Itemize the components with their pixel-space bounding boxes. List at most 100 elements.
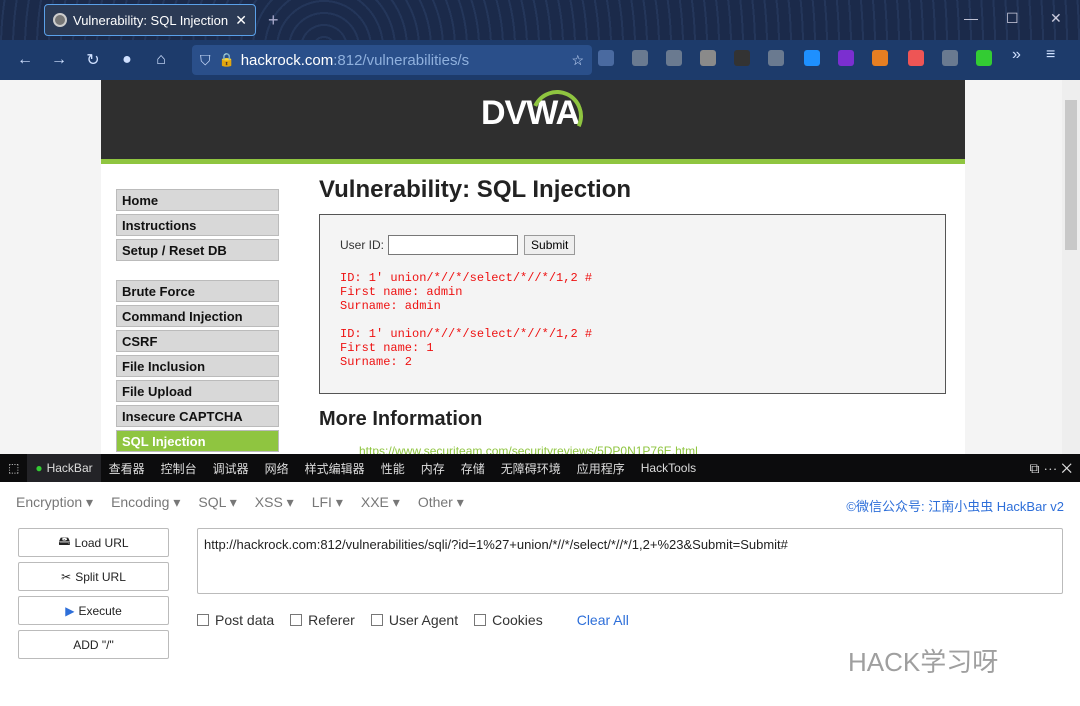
new-tab-icon[interactable]: + <box>268 10 279 31</box>
result-surname: Surname: admin <box>340 299 441 313</box>
extension-icon-7[interactable] <box>908 50 924 66</box>
execute-button[interactable]: ▶ Execute <box>18 596 169 625</box>
devtools-tab-network[interactable]: 网络 <box>257 460 297 477</box>
user-id-row: User ID: Submit <box>340 235 925 255</box>
tab-bar: Vulnerability: SQL Injection :: ✕ + — ☐ … <box>0 0 1080 40</box>
page-viewport: DVWA Home Instructions Setup / Reset DB … <box>0 80 1062 454</box>
menu-sql-injection[interactable]: SQL Injection <box>116 430 279 452</box>
forward-icon[interactable]: → <box>42 51 76 69</box>
devtools-tab-accessibility[interactable]: 无障碍环境 <box>493 460 569 477</box>
menu-xss[interactable]: XSS ▾ <box>255 494 294 511</box>
referer-checkbox[interactable]: Referer <box>290 612 355 628</box>
eye-icon[interactable] <box>768 50 784 66</box>
history-icon[interactable] <box>598 50 614 66</box>
url-bar[interactable]: ⛉ 🔒 hackrock.com :812/vulnerabilities/s … <box>192 45 592 75</box>
extension-icon[interactable]: ● <box>110 51 144 69</box>
url-host: hackrock.com <box>240 51 334 69</box>
maximize-icon[interactable]: ☐ <box>1006 10 1019 27</box>
result-first-name: First name: 1 <box>340 341 434 355</box>
play-icon: ▶ <box>65 603 75 618</box>
load-url-button[interactable]: 🖴 Load URL <box>18 528 169 557</box>
devtools-tab-application[interactable]: 应用程序 <box>569 460 633 477</box>
extension-icon-6[interactable] <box>838 50 854 66</box>
tab-active[interactable]: Vulnerability: SQL Injection :: ✕ <box>44 4 256 36</box>
devtools-tab-storage[interactable]: 存储 <box>453 460 493 477</box>
home-icon[interactable]: ⌂ <box>144 51 178 69</box>
devtools-tab-performance[interactable]: 性能 <box>373 460 413 477</box>
w-extension-icon[interactable] <box>804 50 820 66</box>
back-icon[interactable]: ← <box>8 51 42 69</box>
user-id-label: User ID: <box>340 238 385 252</box>
clear-all-button[interactable]: Clear All <box>577 612 629 628</box>
menu-encryption[interactable]: Encryption ▾ <box>16 494 93 511</box>
menu-encoding[interactable]: Encoding ▾ <box>111 494 180 511</box>
vuln-form-box: User ID: Submit ID: 1' union/*//*/select… <box>319 214 946 394</box>
result-first-name: First name: admin <box>340 285 463 299</box>
extension-icon-4[interactable] <box>700 50 716 66</box>
scissors-icon: ✂ <box>61 569 72 584</box>
sidebar-icon[interactable] <box>942 50 958 66</box>
menu-instructions[interactable]: Instructions <box>116 214 279 236</box>
dvwa-header: DVWA <box>101 80 965 164</box>
menu-file-inclusion[interactable]: File Inclusion <box>116 355 279 377</box>
menu-csrf[interactable]: CSRF <box>116 330 279 352</box>
cookies-checkbox[interactable]: Cookies <box>474 612 543 628</box>
dvwa-logo: DVWA <box>481 82 591 150</box>
split-url-button[interactable]: ✂ Split URL <box>18 562 169 591</box>
hackbar-options: Post data Referer User Agent Cookies Cle… <box>197 612 629 628</box>
bookmark-star-icon[interactable]: ☆ <box>571 52 584 69</box>
devtools-tab-hackbar[interactable]: ● HackBar <box>27 454 101 482</box>
devtools-toolbar: ⬚ ● HackBar 查看器 控制台 调试器 网络 样式编辑器 性能 内存 存储… <box>0 454 1080 482</box>
favicon-icon <box>53 13 67 27</box>
overflow-icon[interactable]: » <box>1012 46 1028 63</box>
menu-xxe[interactable]: XXE ▾ <box>361 494 400 511</box>
devtools-tab-hacktools[interactable]: HackTools <box>633 461 704 475</box>
side-menu: Home Instructions Setup / Reset DB Brute… <box>116 189 279 454</box>
menu-command-injection[interactable]: Command Injection <box>116 305 279 327</box>
page-title: Vulnerability: SQL Injection <box>319 176 632 203</box>
close-window-icon[interactable]: ✕ <box>1050 10 1062 27</box>
menu-brute-force[interactable]: Brute Force <box>116 280 279 302</box>
menu-lfi[interactable]: LFI ▾ <box>312 494 343 511</box>
menu-setup[interactable]: Setup / Reset DB <box>116 239 279 261</box>
menu-icon[interactable]: ≡ <box>1046 46 1062 63</box>
add-slash-button[interactable]: ADD "/" <box>18 630 169 659</box>
reload-icon[interactable]: ↻ <box>76 50 110 70</box>
result-surname: Surname: 2 <box>340 355 413 369</box>
ublock-icon[interactable] <box>872 50 888 66</box>
devtools-tab-style-editor[interactable]: 样式编辑器 <box>297 460 373 477</box>
submit-button[interactable]: Submit <box>524 235 576 255</box>
user-id-input[interactable] <box>388 235 519 255</box>
menu-sql[interactable]: SQL ▾ <box>198 494 236 511</box>
extension-icon-2[interactable] <box>632 50 648 66</box>
user-agent-checkbox[interactable]: User Agent <box>370 612 458 628</box>
tab-close-icon[interactable]: ✕ <box>235 12 247 29</box>
menu-home[interactable]: Home <box>116 189 279 211</box>
hackbar-buttons: 🖴 Load URL ✂ Split URL ▶ Execute ADD "/" <box>18 528 169 664</box>
extension-icon-8[interactable] <box>976 50 992 66</box>
devtools-tab-inspector[interactable]: 查看器 <box>101 460 153 477</box>
devtools-tab-memory[interactable]: 内存 <box>413 460 453 477</box>
lock-icon: 🔒 <box>218 52 235 67</box>
dvwa-body: Home Instructions Setup / Reset DB Brute… <box>101 164 965 454</box>
extension-icon-3[interactable] <box>666 50 682 66</box>
devtools-tab-console[interactable]: 控制台 <box>153 460 205 477</box>
minimize-icon[interactable]: — <box>964 10 978 26</box>
devtools-tab-debugger[interactable]: 调试器 <box>205 460 257 477</box>
load-url-icon: 🖴 <box>58 534 71 548</box>
post-data-checkbox[interactable]: Post data <box>197 612 274 628</box>
extension-icon-5[interactable] <box>734 50 750 66</box>
more-info-link[interactable]: https://www.securiteam.com/securityrevie… <box>359 444 698 454</box>
menu-other[interactable]: Other ▾ <box>418 494 464 511</box>
devtools-window-controls[interactable]: ⧉ ⋯ ✕ <box>1030 460 1072 477</box>
result-id: ID: 1' union/*//*/select/*//*/1,2 # <box>340 271 593 285</box>
more-info-heading: More Information <box>319 408 483 430</box>
menu-file-upload[interactable]: File Upload <box>116 380 279 402</box>
menu-insecure-captcha[interactable]: Insecure CAPTCHA <box>116 405 279 427</box>
result-block: ID: 1' union/*//*/select/*//*/1,2 # Firs… <box>340 327 925 369</box>
result-block: ID: 1' union/*//*/select/*//*/1,2 # Firs… <box>340 271 925 313</box>
hackbar-url-field[interactable]: http://hackrock.com:812/vulnerabilities/… <box>197 528 1063 594</box>
scrollbar-thumb[interactable] <box>1065 100 1077 250</box>
page-scrollbar[interactable] <box>1062 80 1080 454</box>
inspect-picker-icon[interactable]: ⬚ <box>0 461 27 475</box>
